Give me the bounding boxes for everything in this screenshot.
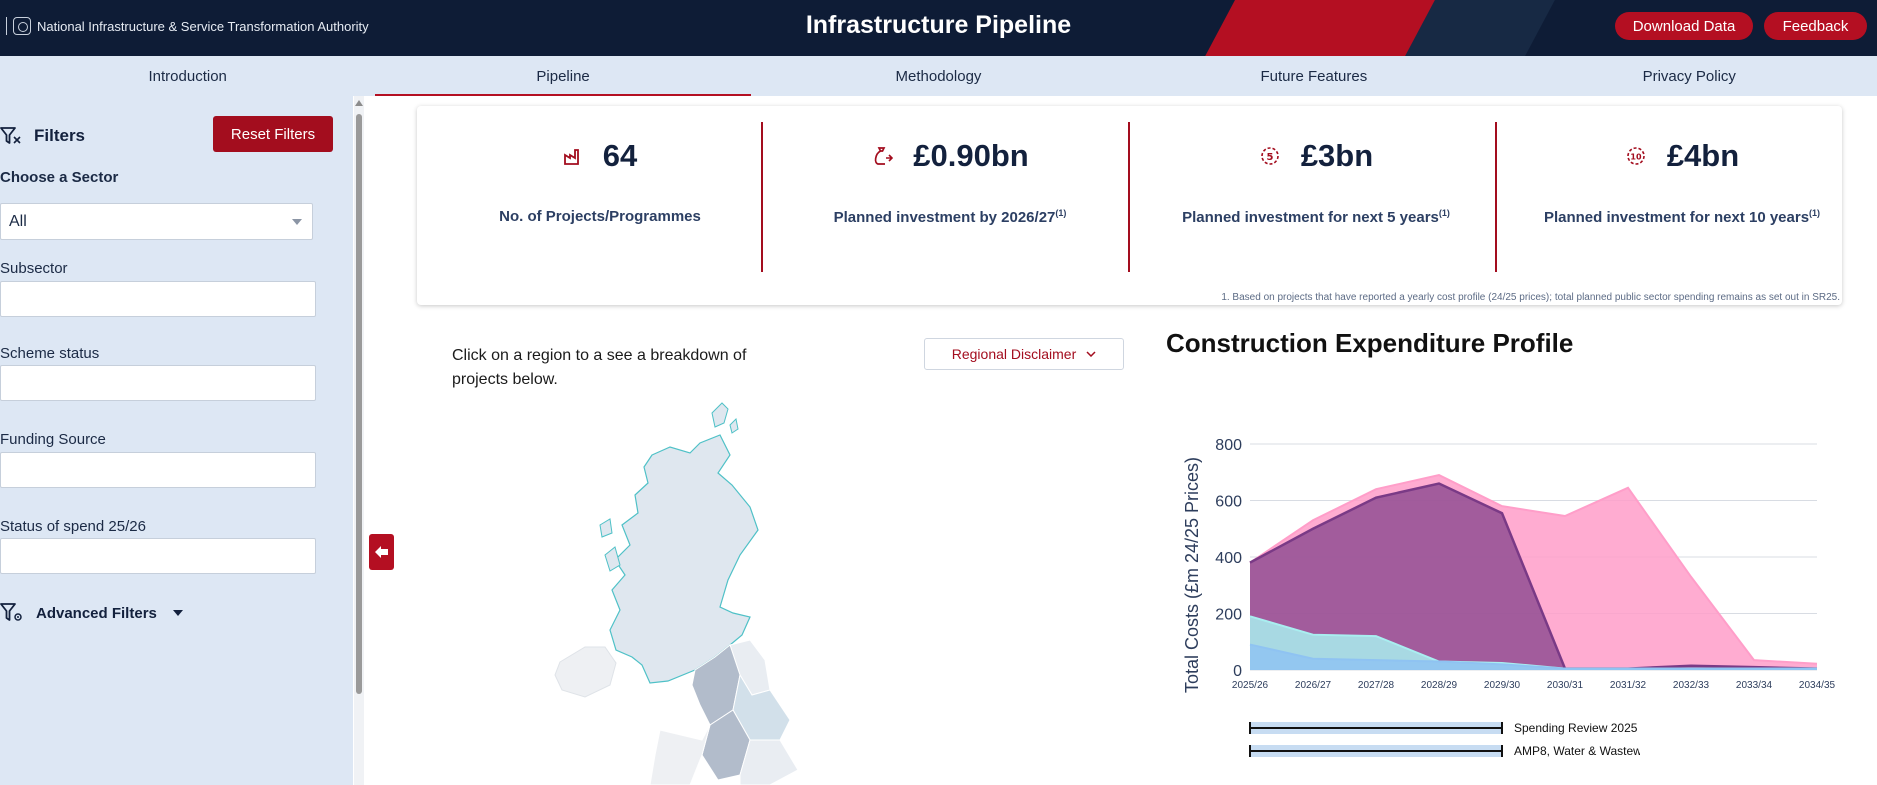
chart-y-axis-label: Total Costs (£m 24/25 Prices)	[1182, 457, 1202, 693]
tab-introduction[interactable]: Introduction	[0, 56, 375, 96]
chevron-down-icon	[292, 219, 302, 225]
x-tick-label: 2032/33	[1673, 680, 1710, 691]
tab-methodology[interactable]: Methodology	[751, 56, 1126, 96]
uk-region-map[interactable]	[540, 395, 880, 785]
tab-future-features[interactable]: Future Features	[1126, 56, 1501, 96]
main-tabs: Introduction Pipeline Methodology Future…	[0, 56, 1877, 96]
caret-down-icon	[172, 610, 183, 616]
kpi-investment-5-years: 5 £3bn Planned investment for next 5 yea…	[1133, 106, 1499, 276]
spend-status-input[interactable]	[0, 538, 316, 574]
chart-title: Construction Expenditure Profile	[1166, 328, 1574, 358]
y-tick-label: 200	[1215, 607, 1242, 624]
spend-status-label: Status of spend 25/26	[0, 518, 146, 535]
brand-divider	[6, 17, 7, 35]
kpi-divider	[1128, 122, 1130, 272]
kpi-value: £0.90bn	[913, 138, 1029, 173]
x-tick-label: 2029/30	[1484, 680, 1521, 691]
x-tick-label: 2026/27	[1295, 680, 1332, 691]
download-data-button[interactable]: Download Data	[1615, 12, 1753, 40]
map-region-east-midlands[interactable]	[739, 739, 799, 785]
map-region-northern-ireland[interactable]	[554, 646, 617, 698]
x-tick-label: 2034/35	[1799, 680, 1836, 691]
kpi-footnote: 1. Based on projects that have reported …	[1221, 292, 1840, 303]
feedback-button[interactable]: Feedback	[1764, 12, 1867, 40]
subsector-input[interactable]	[0, 281, 316, 317]
collapse-sidebar-button[interactable]	[369, 534, 394, 570]
filter-settings-icon	[0, 603, 22, 621]
kpi-card: 64 No. of Projects/Programmes £0.90bn Pl…	[417, 106, 1842, 305]
expenditure-chart[interactable]: 0 200 400 600 800 2025/26 2026/27 2027/28 2028/…	[1170, 410, 1850, 700]
sector-select[interactable]: All	[0, 203, 313, 240]
kpi-caption: Planned investment for next 5 years(1)	[1182, 208, 1450, 226]
sector-label: Choose a Sector	[0, 169, 119, 186]
org-brand[interactable]: National Infrastructure & Service Transf…	[6, 17, 369, 35]
funding-source-label: Funding Source	[0, 431, 106, 448]
org-name: National Infrastructure & Service Transf…	[37, 18, 369, 34]
advanced-filters-label: Advanced Filters	[36, 604, 157, 622]
kpi-value: £3bn	[1300, 138, 1374, 173]
factory-icon	[563, 149, 579, 165]
scrollbar-thumb[interactable]	[356, 114, 362, 694]
kpi-divider	[761, 122, 763, 272]
crest-icon	[13, 17, 31, 35]
five-years-icon: 5	[1261, 147, 1279, 165]
arrow-left-icon	[374, 546, 388, 558]
chevron-down-icon	[1086, 351, 1096, 357]
svg-text:5: 5	[1266, 152, 1273, 163]
kpi-value: £4bn	[1666, 138, 1740, 173]
regional-disclaimer-label: Regional Disclaimer	[951, 346, 1077, 362]
advanced-filters-toggle[interactable]: Advanced Filters	[0, 602, 183, 624]
y-tick-label: 800	[1215, 437, 1242, 454]
map-instruction: Click on a region to a see a breakdown o…	[452, 347, 747, 388]
subsector-label: Subsector	[0, 260, 68, 277]
kpi-caption: Planned investment for next 10 years(1)	[1543, 208, 1821, 226]
x-tick-label: 2030/31	[1547, 680, 1584, 691]
tab-privacy-policy[interactable]: Privacy Policy	[1502, 56, 1877, 96]
map-region-wales[interactable]	[649, 724, 711, 785]
regional-disclaimer-dropdown[interactable]: Regional Disclaimer	[924, 338, 1124, 370]
kpi-investment-2026: £0.90bn Planned investment by 2026/27(1)	[767, 106, 1133, 276]
kpi-caption: No. of Projects/Programmes	[499, 208, 701, 225]
x-tick-label: 2033/34	[1736, 680, 1773, 691]
y-tick-label: 600	[1215, 494, 1242, 511]
reset-filters-button[interactable]: Reset Filters	[213, 116, 333, 152]
x-tick-label: 2031/32	[1610, 680, 1647, 691]
filters-title: Filters	[34, 126, 86, 145]
scroll-up-arrow-icon[interactable]	[355, 100, 363, 106]
filters-heading: Filters	[0, 126, 85, 146]
top-header: National Infrastructure & Service Transf…	[0, 0, 1877, 56]
scheme-status-input[interactable]	[0, 365, 316, 401]
period-label: Spending Review 2025	[1514, 721, 1638, 735]
chart-areas	[1249, 474, 1818, 670]
y-tick-label: 400	[1215, 550, 1242, 567]
money-bag-icon	[874, 147, 894, 165]
x-tick-label: 2027/28	[1358, 680, 1395, 691]
chart-y-ticks: 0 200 400 600 800	[1215, 437, 1242, 680]
y-tick-label: 0	[1233, 663, 1242, 680]
svg-text:10: 10	[1630, 153, 1642, 162]
sidebar-scrollbar[interactable]	[354, 96, 364, 785]
scheme-status-label: Scheme status	[0, 345, 100, 362]
kpi-value: 64	[602, 138, 638, 173]
filter-icon	[0, 127, 21, 144]
ten-years-icon: 10	[1627, 147, 1645, 165]
funding-source-input[interactable]	[0, 452, 316, 488]
kpi-projects: 64 No. of Projects/Programmes	[417, 106, 783, 276]
x-tick-label: 2025/26	[1232, 680, 1269, 691]
period-markers: Spending Review 2025 AMP8, Water & Wastew…	[1249, 721, 1640, 758]
tab-pipeline[interactable]: Pipeline	[375, 56, 752, 96]
chart-x-ticks: 2025/26 2026/27 2027/28 2028/29 2029/30 2030/…	[1232, 680, 1836, 691]
kpi-divider	[1495, 122, 1497, 272]
period-label: AMP8, Water & Wastewater	[1514, 744, 1640, 758]
kpi-investment-10-years: 10 £4bn Planned investment for next 10 y…	[1499, 106, 1865, 276]
sector-select-value: All	[9, 212, 27, 230]
kpi-caption: Planned investment by 2026/27(1)	[833, 208, 1067, 226]
x-tick-label: 2028/29	[1421, 680, 1458, 691]
